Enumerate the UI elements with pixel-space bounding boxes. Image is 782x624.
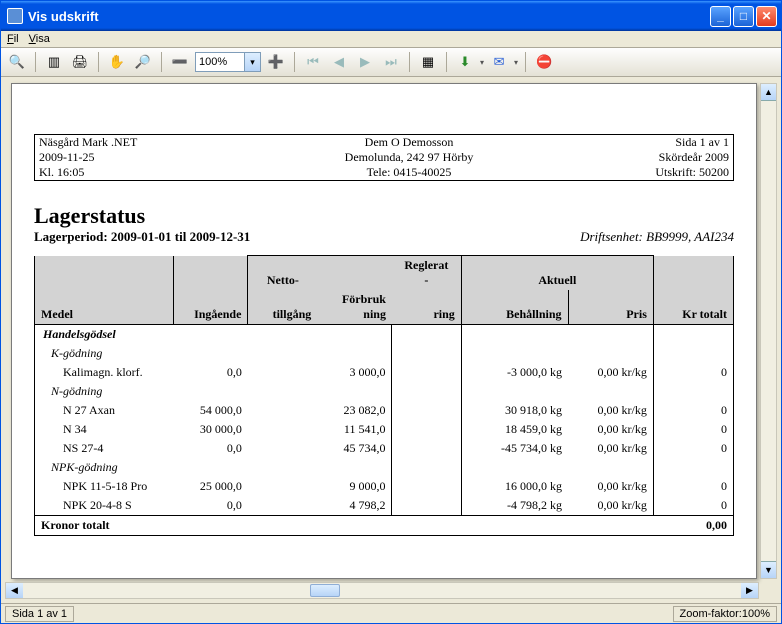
window-title: Vis udskrift bbox=[28, 9, 710, 24]
subgroup-row: K-gödning bbox=[35, 344, 392, 363]
horizontal-scrollbar[interactable]: ◀ ▶ bbox=[5, 582, 759, 599]
category-row: Handelsgödsel bbox=[35, 325, 392, 345]
report-header-box: Näsgård Mark .NET Dem O Demosson Sida 1 … bbox=[34, 134, 734, 181]
footer-value: 0,00 bbox=[653, 516, 733, 536]
mail-icon[interactable]: ✉ bbox=[488, 51, 510, 73]
export-icon[interactable]: ⬇ bbox=[454, 51, 476, 73]
col-tillgang: tillgång bbox=[248, 290, 317, 325]
col-pris: Pris bbox=[568, 290, 653, 325]
hdr-address: Demolunda, 242 97 Hörby bbox=[219, 150, 599, 165]
nav-last-icon[interactable]: ⏭ bbox=[380, 51, 402, 73]
nav-prev-icon[interactable]: ◀ bbox=[328, 51, 350, 73]
status-zoom: Zoom-faktor:100% bbox=[673, 606, 777, 622]
thumbnails-icon[interactable]: ▥ bbox=[43, 51, 65, 73]
zoom-out-icon[interactable]: ➖ bbox=[169, 51, 191, 73]
scroll-thumb[interactable] bbox=[310, 584, 340, 597]
hdr-print: Utskrift: 50200 bbox=[599, 165, 729, 180]
vertical-scrollbar[interactable]: ▲ ▼ bbox=[760, 83, 777, 579]
window: Vis udskrift _ □ ✕ Fil Visa 🔍 ▥ 🖨 ✋ 🔎 ➖ … bbox=[0, 0, 782, 624]
menu-view[interactable]: Visa bbox=[29, 33, 50, 45]
print-icon[interactable]: 🖨 bbox=[69, 51, 91, 73]
minimize-button[interactable]: _ bbox=[710, 6, 731, 27]
print-preview-page: Näsgård Mark .NET Dem O Demosson Sida 1 … bbox=[11, 83, 757, 579]
table-row: NS 27-40,045 734,0-45 734,0 kg0,00 kr/kg… bbox=[35, 439, 734, 458]
report-title: Lagerstatus bbox=[34, 203, 734, 229]
nav-first-icon[interactable]: ⏮ bbox=[302, 51, 324, 73]
col-aktuell: Aktuell bbox=[461, 256, 653, 291]
toolbar: 🔍 ▥ 🖨 ✋ 🔎 ➖ ▾ ➕ ⏮ ◀ ▶ ⏭ ▦ ⬇ ▾ ✉ ▾ ⛔ bbox=[1, 48, 781, 77]
statusbar: Sida 1 av 1 Zoom-faktor:100% bbox=[1, 603, 781, 623]
scroll-left-icon[interactable]: ◀ bbox=[6, 583, 23, 598]
zoom-tool-icon[interactable]: 🔎 bbox=[132, 51, 154, 73]
zoom-dropdown-icon[interactable]: ▾ bbox=[244, 53, 260, 71]
table-row: N 3430 000,011 541,018 459,0 kg0,00 kr/k… bbox=[35, 420, 734, 439]
footer-label: Kronor totalt bbox=[35, 516, 654, 536]
col-ring: ring bbox=[392, 290, 461, 325]
hdr-date: 2009-11-25 bbox=[39, 150, 219, 165]
hdr-page: Sida 1 av 1 bbox=[599, 135, 729, 150]
menubar: Fil Visa bbox=[1, 31, 781, 48]
subgroup-row: NPK-gödning bbox=[35, 458, 392, 477]
hdr-time: Kl. 16:05 bbox=[39, 165, 219, 180]
report-unit: Driftsenhet: BB9999, AAI234 bbox=[580, 229, 734, 245]
zoom-combo[interactable]: ▾ bbox=[195, 52, 261, 72]
col-krtotalt: Kr totalt bbox=[653, 256, 733, 325]
table-row: N 27 Axan54 000,023 082,030 918,0 kg0,00… bbox=[35, 401, 734, 420]
zoom-in-icon[interactable]: ➕ bbox=[265, 51, 287, 73]
menu-file[interactable]: Fil bbox=[7, 33, 19, 45]
table-row: NPK 20-4-8 S0,04 798,2-4 798,2 kg0,00 kr… bbox=[35, 496, 734, 516]
col-medel: Medel bbox=[35, 256, 174, 325]
scroll-up-icon[interactable]: ▲ bbox=[761, 84, 776, 101]
nav-next-icon[interactable]: ▶ bbox=[354, 51, 376, 73]
report-period: Lagerperiod: 2009-01-01 til 2009-12-31 bbox=[34, 229, 580, 245]
hand-icon[interactable]: ✋ bbox=[106, 51, 128, 73]
subgroup-row: N-gödning bbox=[35, 382, 392, 401]
close-button[interactable]: ✕ bbox=[756, 6, 777, 27]
hdr-company: Dem O Demosson bbox=[219, 135, 599, 150]
multipage-icon[interactable]: ▦ bbox=[417, 51, 439, 73]
scroll-right-icon[interactable]: ▶ bbox=[741, 583, 758, 598]
col-forbruk: Förbruk ning bbox=[317, 290, 392, 325]
app-icon bbox=[7, 8, 23, 24]
hdr-year: Skördeår 2009 bbox=[599, 150, 729, 165]
col-ingaende: Ingående bbox=[173, 256, 248, 325]
status-page: Sida 1 av 1 bbox=[5, 606, 74, 622]
scroll-down-icon[interactable]: ▼ bbox=[761, 561, 776, 578]
zoom-input[interactable] bbox=[196, 55, 244, 69]
report-table: Medel Ingående Netto- Reglerat- Aktuell … bbox=[34, 255, 734, 536]
hdr-app: Näsgård Mark .NET bbox=[39, 135, 219, 150]
binoculars-icon[interactable]: 🔍 bbox=[6, 51, 28, 73]
hdr-tele: Tele: 0415-40025 bbox=[219, 165, 599, 180]
table-row: NPK 11-5-18 Pro25 000,09 000,016 000,0 k… bbox=[35, 477, 734, 496]
maximize-button[interactable]: □ bbox=[733, 6, 754, 27]
titlebar: Vis udskrift _ □ ✕ bbox=[1, 1, 781, 31]
content-area: Näsgård Mark .NET Dem O Demosson Sida 1 … bbox=[1, 77, 781, 603]
close-preview-icon[interactable]: ⛔ bbox=[533, 51, 555, 73]
col-behallning: Behållning bbox=[461, 290, 568, 325]
table-row: Kalimagn. klorf.0,03 000,0-3 000,0 kg0,0… bbox=[35, 363, 734, 382]
